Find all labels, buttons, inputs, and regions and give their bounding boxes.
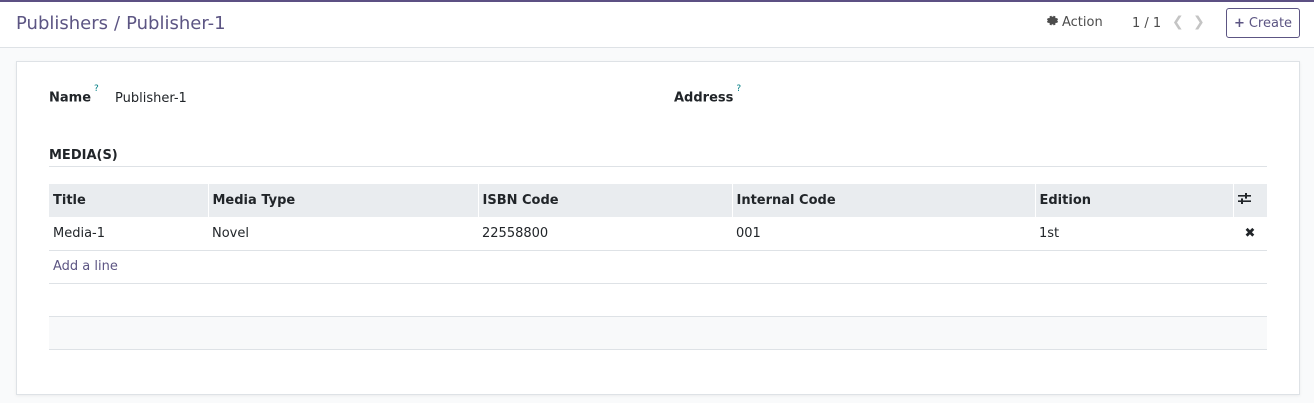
cell-media-type[interactable]: Novel	[208, 217, 478, 251]
chevron-left-icon[interactable]: ❮	[1172, 14, 1184, 30]
breadcrumb: Publishers / Publisher-1	[16, 13, 226, 34]
column-header-internal-code[interactable]: Internal Code	[731, 184, 1035, 217]
breadcrumb-separator: /	[114, 13, 121, 34]
action-button[interactable]: Action	[1047, 15, 1103, 30]
section-divider	[49, 166, 1267, 167]
name-help-icon[interactable]: ?	[94, 84, 99, 94]
plus-icon: +	[1233, 15, 1245, 31]
chevron-right-icon[interactable]: ❯	[1193, 14, 1205, 30]
table-row[interactable]: Media-1 Novel 22558800 001 1st ✖	[49, 217, 1267, 251]
name-field[interactable]: Publisher-1	[115, 91, 187, 106]
address-field[interactable]	[817, 86, 1257, 110]
column-header-title[interactable]: Title	[49, 184, 208, 217]
table-header-row: Title Media Type ISBN Code Internal Code…	[49, 184, 1267, 217]
media-section-title: MEDIA(S)	[49, 148, 118, 163]
create-label: Create	[1248, 15, 1293, 31]
delete-icon[interactable]: ✖	[1233, 217, 1267, 251]
address-help-icon[interactable]: ?	[736, 84, 741, 94]
action-label: Action	[1062, 15, 1103, 30]
cell-internal-code[interactable]: 001	[732, 217, 1035, 251]
gear-icon	[1047, 15, 1058, 30]
empty-row	[49, 283, 1267, 317]
pager-value[interactable]: 1 / 1	[1132, 16, 1161, 31]
name-label: Name?	[49, 84, 99, 106]
form-sheet: Name? Publisher-1 Address? MEDIA(S) Titl…	[16, 61, 1300, 395]
cell-edition[interactable]: 1st	[1035, 217, 1233, 251]
column-header-media-type[interactable]: Media Type	[207, 184, 478, 217]
column-options-icon[interactable]	[1232, 184, 1267, 217]
address-label-text: Address	[674, 90, 734, 106]
column-header-edition[interactable]: Edition	[1034, 184, 1233, 217]
cell-isbn[interactable]: 22558800	[478, 217, 732, 251]
control-panel: Publishers / Publisher-1 Action 1 / 1 ❮ ❯ …	[0, 2, 1314, 48]
breadcrumb-parent-link[interactable]: Publishers	[16, 13, 108, 34]
empty-row	[49, 316, 1267, 350]
breadcrumb-current: Publisher-1	[126, 13, 226, 34]
column-header-isbn-code[interactable]: ISBN Code	[477, 184, 732, 217]
name-label-text: Name	[49, 90, 92, 106]
add-line-row: Add a line	[49, 250, 1267, 284]
media-table: Title Media Type ISBN Code Internal Code…	[49, 184, 1267, 350]
add-line-link[interactable]: Add a line	[53, 259, 118, 274]
address-label: Address?	[674, 84, 741, 106]
create-button[interactable]: + Create	[1226, 8, 1300, 38]
cell-title[interactable]: Media-1	[49, 217, 208, 251]
